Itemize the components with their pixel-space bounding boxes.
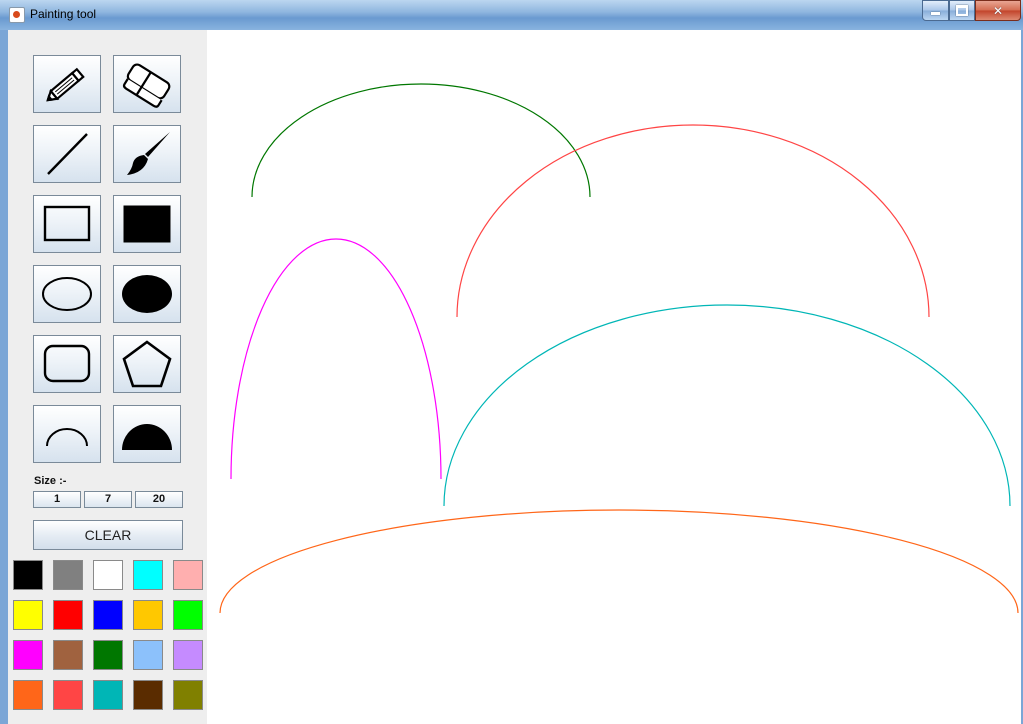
java-cup-icon[interactable] [9, 7, 25, 23]
line-tool-button[interactable] [33, 125, 101, 183]
arc-tool-button[interactable] [33, 405, 101, 463]
rectangle-icon [43, 205, 91, 242]
close-button[interactable]: ✕ [975, 0, 1021, 21]
filled-rectangle-icon [123, 205, 171, 243]
minimize-icon [931, 12, 940, 15]
color-swatch[interactable] [13, 680, 43, 710]
line-icon [47, 133, 88, 175]
tool-panel: Size :- 1 7 20 CLEAR [8, 30, 207, 724]
color-swatch[interactable] [53, 680, 83, 710]
filled-oval-tool-button[interactable] [113, 265, 181, 323]
drawn-arc-cyan [443, 304, 1011, 507]
color-swatch[interactable] [53, 600, 83, 630]
color-swatch[interactable] [173, 640, 203, 670]
drawn-arc-red [456, 124, 930, 318]
color-swatch[interactable] [13, 560, 43, 590]
color-swatch[interactable] [133, 680, 163, 710]
drawn-arc-orange [219, 509, 1019, 614]
brush-icon [127, 132, 170, 175]
size-20-button[interactable]: 20 [135, 491, 183, 508]
oval-icon [42, 277, 92, 311]
drawn-arc-green [251, 83, 591, 198]
size-7-button[interactable]: 7 [84, 491, 132, 508]
pentagon-icon [122, 340, 172, 388]
filled-arc-icon [122, 424, 172, 450]
color-swatch[interactable] [93, 560, 123, 590]
drawn-arc-magenta [230, 238, 442, 480]
color-swatch[interactable] [133, 600, 163, 630]
polygon-tool-button[interactable] [113, 335, 181, 393]
color-swatch[interactable] [53, 640, 83, 670]
eraser-icon [122, 63, 171, 108]
arc-icon [46, 428, 88, 447]
color-swatch[interactable] [93, 680, 123, 710]
rounded-rectangle-icon [43, 344, 91, 383]
maximize-icon [956, 5, 968, 16]
rounded-rectangle-tool-button[interactable] [33, 335, 101, 393]
drawing-canvas[interactable] [207, 30, 1021, 724]
filled-rectangle-tool-button[interactable] [113, 195, 181, 253]
eraser-tool-button[interactable] [113, 55, 181, 113]
color-swatch[interactable] [173, 680, 203, 710]
color-swatch[interactable] [173, 560, 203, 590]
pencil-tool-button[interactable] [33, 55, 101, 113]
rectangle-tool-button[interactable] [33, 195, 101, 253]
size-label: Size :- [34, 475, 67, 487]
color-swatch[interactable] [13, 640, 43, 670]
color-swatch[interactable] [93, 640, 123, 670]
filled-oval-icon [122, 275, 172, 313]
maximize-button[interactable] [949, 0, 975, 21]
window-controls: ✕ [922, 0, 1021, 21]
oval-tool-button[interactable] [33, 265, 101, 323]
size-1-button[interactable]: 1 [33, 491, 81, 508]
window-title: Painting tool [30, 7, 97, 21]
close-icon: ✕ [992, 3, 1004, 18]
color-swatch[interactable] [133, 640, 163, 670]
pencil-icon [46, 67, 85, 102]
color-swatch[interactable] [13, 600, 43, 630]
clear-button[interactable]: CLEAR [33, 520, 183, 550]
color-swatch[interactable] [173, 600, 203, 630]
minimize-button[interactable] [922, 0, 949, 21]
brush-tool-button[interactable] [113, 125, 181, 183]
color-swatch[interactable] [53, 560, 83, 590]
color-swatch[interactable] [93, 600, 123, 630]
window-content: Size :- 1 7 20 CLEAR [8, 30, 1021, 724]
window-frame-left [0, 30, 8, 724]
filled-arc-tool-button[interactable] [113, 405, 181, 463]
title-bar: Painting tool ✕ [0, 0, 1023, 30]
color-swatch[interactable] [133, 560, 163, 590]
